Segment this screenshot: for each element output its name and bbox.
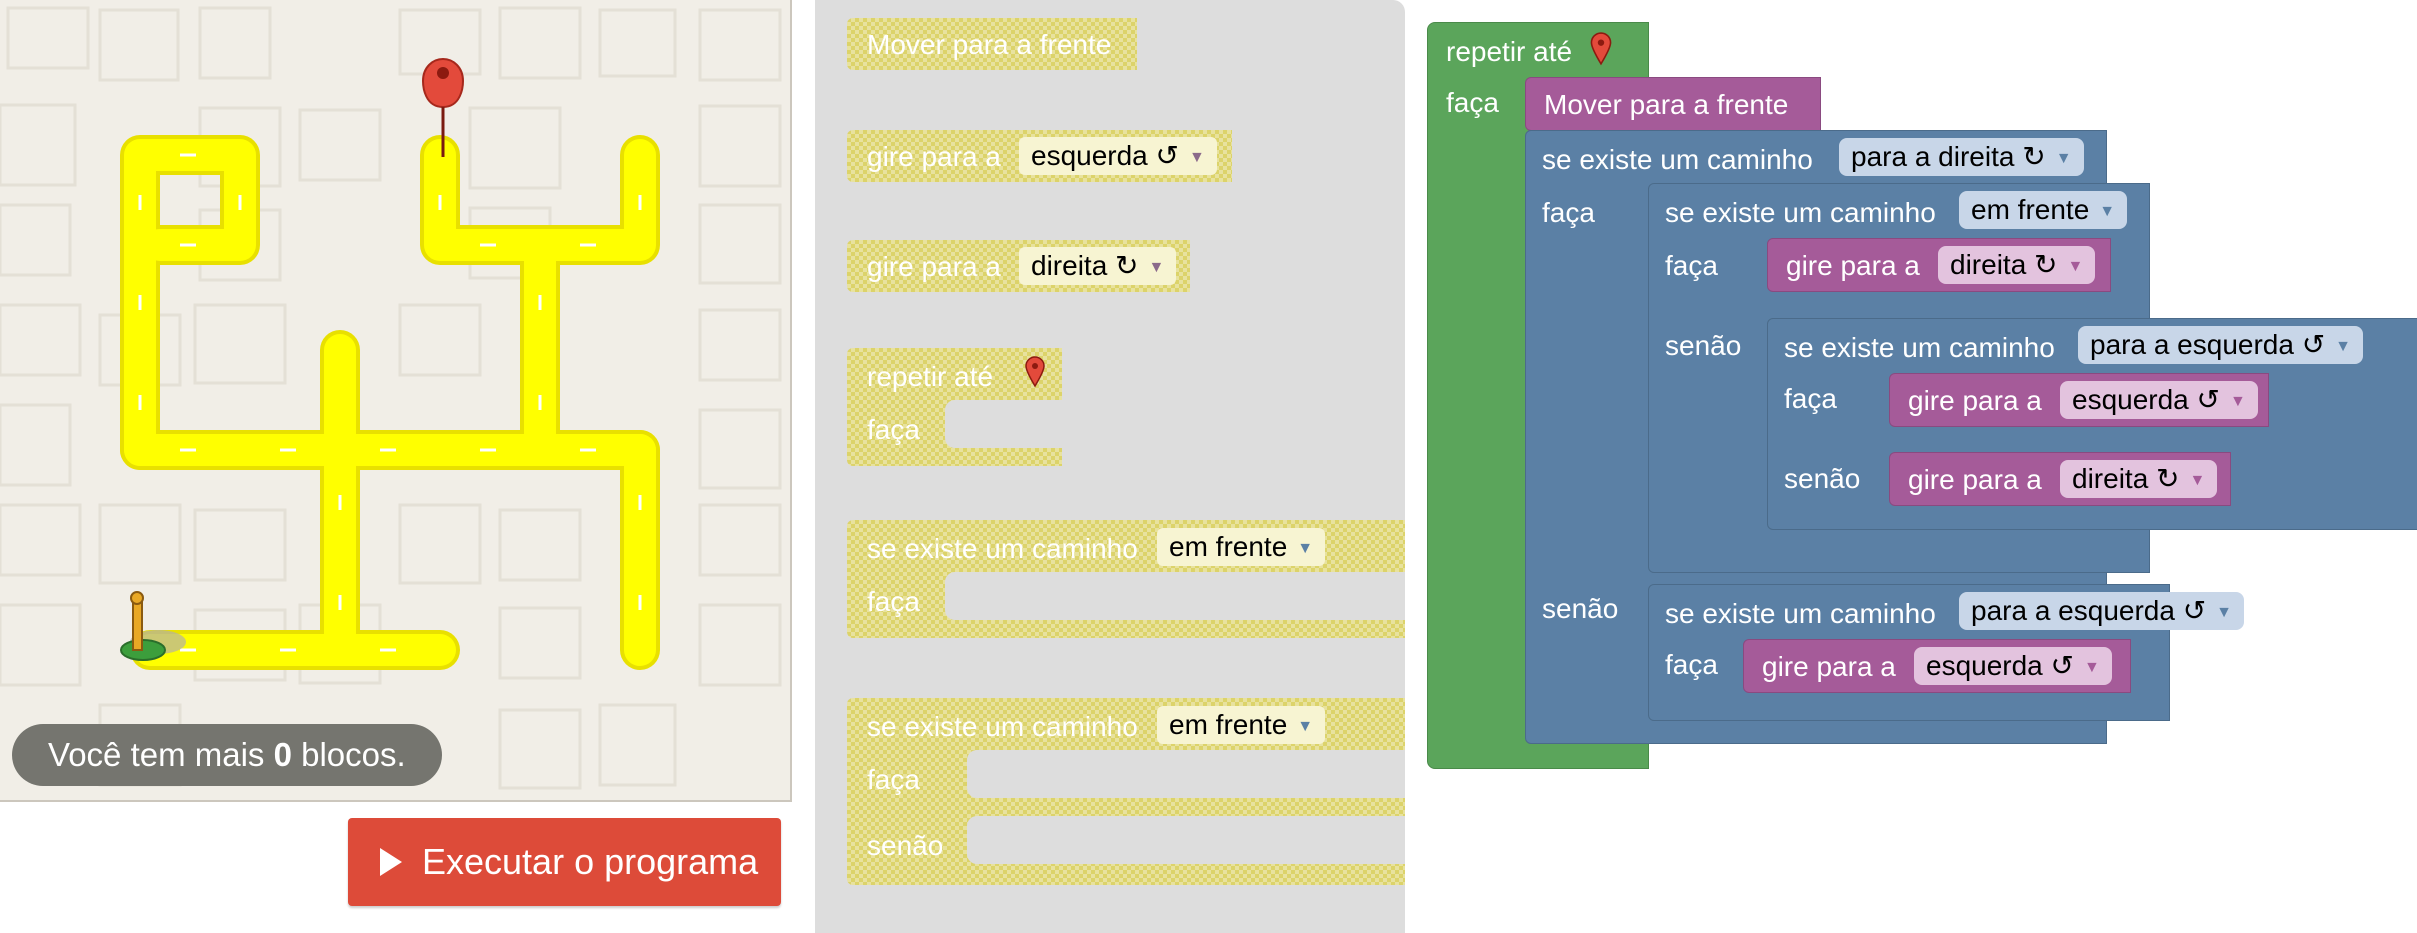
toolbox-if-path-slot — [945, 572, 1405, 620]
maze-background-tiles — [0, 6, 782, 790]
goal-marker-icon — [1590, 32, 1612, 73]
if-path-forward-label: se existe um caminho — [1665, 197, 1936, 228]
toolbox-repeat-until-block[interactable]: repetir até faça — [847, 348, 1062, 466]
dropdown-arrow-icon: ▼ — [1297, 539, 1314, 557]
turn-left-final-dropdown[interactable]: esquerda ↺ ▼ — [1914, 647, 2112, 685]
turn-right-dropdown[interactable]: direita ↻ ▼ — [1938, 246, 2096, 284]
if-path-right-label: se existe um caminho — [1542, 144, 1813, 175]
move-forward-block[interactable]: Mover para a frente — [1525, 77, 1821, 131]
toolbox-if-else-else-label: senão — [867, 830, 944, 861]
toolbox-turn-right-block[interactable]: gire para a direita ↻ ▼ — [847, 240, 1190, 292]
turn-right-option: direita ↻ — [1950, 249, 2058, 280]
toolbox-repeat-slot — [945, 400, 1062, 448]
maze-canvas: Você tem mais 0 blocos. — [0, 0, 792, 802]
toolbox-repeat-label: repetir até — [867, 361, 994, 392]
repeat-until-label: repetir até — [1446, 36, 1573, 67]
dropdown-arrow-icon: ▼ — [2189, 471, 2206, 489]
turn-left-final-option: esquerda ↺ — [1926, 650, 2074, 681]
toolbox-turn-right-option: direita ↻ — [1031, 250, 1139, 281]
dropdown-arrow-icon: ▼ — [1297, 717, 1314, 735]
dropdown-arrow-icon: ▼ — [2055, 149, 2072, 167]
if-path-right-do-label: faça — [1542, 197, 1595, 228]
toolbox-if-else-do-slot — [967, 750, 1405, 798]
if-path-left-dropdown[interactable]: para a esquerda ↺ ▼ — [2078, 326, 2364, 364]
toolbox-turn-left-block[interactable]: gire para a esquerda ↺ ▼ — [847, 130, 1232, 182]
play-icon — [380, 848, 402, 876]
workspace: repetir até faça Mover para a frente se … — [1405, 0, 2417, 933]
toolbox-turn-right-dropdown[interactable]: direita ↻ ▼ — [1019, 247, 1177, 285]
toolbox-turn-left-dropdown[interactable]: esquerda ↺ ▼ — [1019, 137, 1217, 175]
if-path-left-label: se existe um caminho — [1784, 332, 2055, 363]
toolbox-if-path-label: se existe um caminho — [867, 533, 1138, 564]
move-forward-label: Mover para a frente — [1544, 89, 1789, 120]
toolbox-if-else-path-label: se existe um caminho — [867, 711, 1138, 742]
if-path-left-else-option: para a esquerda ↺ — [1971, 595, 2207, 626]
run-program-button[interactable]: Executar o programa — [348, 818, 781, 906]
turn-right-block[interactable]: gire para a direita ↻ ▼ — [1767, 238, 2111, 292]
toolbox-if-else-else-slot — [967, 816, 1405, 864]
if-path-left-else-label: se existe um caminho — [1665, 598, 1936, 629]
if-path-forward-else-label: senão — [1665, 330, 1742, 361]
toolbox-if-else-path-option: em frente — [1169, 709, 1288, 740]
maze-path — [124, 139, 656, 666]
capacity-bubble: Você tem mais 0 blocos. — [12, 724, 442, 786]
turn-left-block[interactable]: gire para a esquerda ↺ ▼ — [1889, 373, 2269, 427]
capacity-count: 0 — [273, 736, 292, 773]
capacity-prefix: Você tem mais — [48, 736, 274, 773]
if-path-right-dropdown[interactable]: para a direita ↻ ▼ — [1839, 138, 2084, 176]
toolbox-if-path-do-label: faça — [867, 586, 920, 617]
turn-right-else-option: direita ↻ — [2072, 463, 2180, 494]
pegman-start-icon — [120, 591, 186, 661]
toolbox-if-path-dropdown[interactable]: em frente ▼ — [1157, 528, 1326, 566]
capacity-suffix: blocos. — [291, 736, 406, 773]
toolbox-flyout: Mover para a frente gire para a esquerda… — [815, 0, 1405, 933]
toolbox-move-forward-block[interactable]: Mover para a frente — [847, 18, 1137, 70]
toolbox-repeat-do-label: faça — [867, 414, 920, 445]
if-path-right-else-label: senão — [1542, 593, 1619, 624]
toolbox-turn-left-option: esquerda ↺ — [1031, 140, 1179, 171]
if-path-right-option: para a direita ↻ — [1851, 141, 2046, 172]
dropdown-arrow-icon: ▼ — [2099, 202, 2116, 220]
dropdown-arrow-icon: ▼ — [2335, 337, 2352, 355]
if-path-forward-option: em frente — [1971, 194, 2090, 225]
run-program-label: Executar o programa — [422, 841, 759, 882]
toolbox-if-else-path-block[interactable]: se existe um caminho em frente ▼ faça sen… — [847, 698, 1405, 885]
dropdown-arrow-icon: ▼ — [1189, 148, 1205, 166]
if-path-left-else-label: senão — [1784, 463, 1861, 494]
if-path-left-else-do-label: faça — [1665, 649, 1718, 680]
turn-left-final-block[interactable]: gire para a esquerda ↺ ▼ — [1743, 639, 2131, 693]
turn-left-final-label: gire para a — [1762, 651, 1896, 682]
if-path-forward-dropdown[interactable]: em frente ▼ — [1959, 191, 2128, 229]
turn-right-label: gire para a — [1786, 250, 1920, 281]
toolbox-if-path-option: em frente — [1169, 531, 1288, 562]
dropdown-arrow-icon: ▼ — [2067, 257, 2084, 275]
turn-right-else-block[interactable]: gire para a direita ↻ ▼ — [1889, 452, 2231, 506]
toolbox-turn-right-label: gire para a — [867, 251, 1001, 282]
goal-marker-icon — [1025, 356, 1045, 395]
dropdown-arrow-icon: ▼ — [2230, 392, 2246, 410]
if-path-left-else-dropdown[interactable]: para a esquerda ↺ ▼ — [1959, 592, 2245, 630]
turn-right-else-dropdown[interactable]: direita ↻ ▼ — [2060, 460, 2218, 498]
repeat-do-label: faça — [1446, 87, 1499, 118]
turn-left-option: esquerda ↺ — [2072, 384, 2220, 415]
turn-left-dropdown[interactable]: esquerda ↺ ▼ — [2060, 381, 2258, 419]
if-path-forward-do-label: faça — [1665, 250, 1718, 281]
if-path-left-option: para a esquerda ↺ — [2090, 329, 2326, 360]
if-path-left-do-label: faça — [1784, 383, 1837, 414]
turn-right-else-label: gire para a — [1908, 464, 2042, 495]
toolbox-if-else-do-label: faça — [867, 764, 920, 795]
dropdown-arrow-icon: ▼ — [2084, 658, 2100, 676]
maze-drawing — [0, 6, 782, 790]
dropdown-arrow-icon: ▼ — [2216, 603, 2233, 621]
toolbox-if-path-block[interactable]: se existe um caminho em frente ▼ faça — [847, 520, 1405, 638]
toolbox-if-else-path-dropdown[interactable]: em frente ▼ — [1157, 706, 1326, 744]
turn-left-label: gire para a — [1908, 385, 2042, 416]
toolbox-move-forward-label: Mover para a frente — [867, 29, 1112, 60]
dropdown-arrow-icon: ▼ — [1148, 258, 1165, 276]
toolbox-turn-left-label: gire para a — [867, 141, 1001, 172]
